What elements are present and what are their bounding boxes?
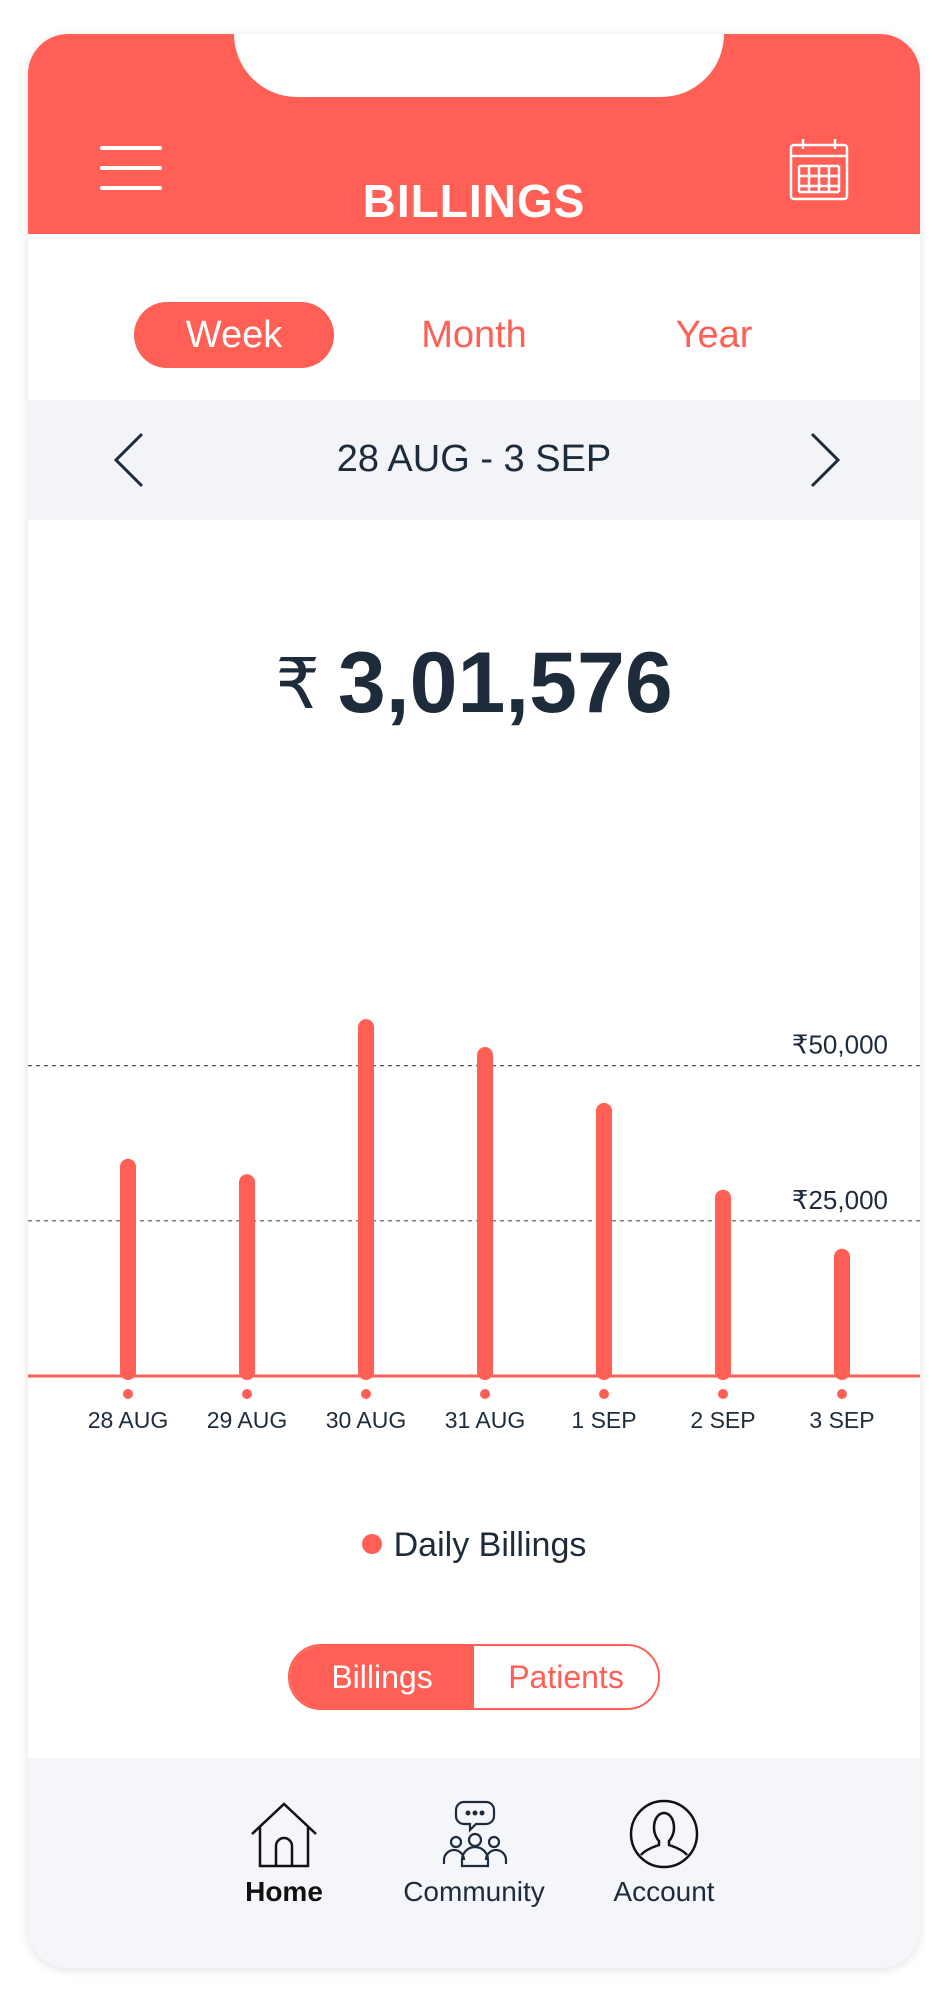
metric-toggle: Billings Patients xyxy=(288,1644,660,1710)
nav-account-label: Account xyxy=(613,1876,715,1907)
date-range-label: 28 AUG - 3 SEP xyxy=(336,438,612,480)
tab-month[interactable]: Month xyxy=(374,302,574,368)
bar[interactable] xyxy=(834,1248,850,1380)
bottom-nav: Home Community Account xyxy=(28,1758,920,1968)
toggle-billings[interactable]: Billings xyxy=(290,1646,474,1708)
legend-label: Daily Billings xyxy=(393,1526,587,1564)
category-dot xyxy=(718,1389,728,1399)
total-billing: ₹3,01,576 xyxy=(28,634,920,733)
nav-home-label: Home xyxy=(245,1876,323,1907)
bar[interactable] xyxy=(715,1189,731,1380)
calendar-icon[interactable] xyxy=(788,136,850,202)
currency-symbol: ₹ xyxy=(275,644,320,723)
category-dot xyxy=(480,1389,490,1399)
x-tick-label: 28 AUG xyxy=(88,1407,169,1433)
bar[interactable] xyxy=(596,1102,612,1380)
toggle-patients[interactable]: Patients xyxy=(474,1646,658,1708)
category-dot xyxy=(123,1389,133,1399)
legend-dot xyxy=(361,1534,382,1555)
category-dot xyxy=(361,1389,371,1399)
community-icon xyxy=(442,1800,508,1868)
bar[interactable] xyxy=(477,1047,493,1380)
tab-week[interactable]: Week xyxy=(134,302,334,368)
account-icon xyxy=(629,1799,699,1869)
nav-account[interactable]: Account xyxy=(584,1798,744,1908)
period-tabs: Week Month Year xyxy=(28,234,920,400)
app-header: BILLINGS xyxy=(28,34,920,234)
x-tick-label: 1 SEP xyxy=(571,1407,636,1433)
tab-year[interactable]: Year xyxy=(614,302,814,368)
x-tick-label: 3 SEP xyxy=(809,1407,874,1433)
reference-line-label: ₹25,000 xyxy=(792,1185,888,1215)
reference-line-label: ₹50,000 xyxy=(792,1030,888,1060)
category-dot xyxy=(599,1389,609,1399)
device-notch xyxy=(234,34,724,97)
nav-community-label: Community xyxy=(403,1876,545,1907)
chart-legend: Daily Billings xyxy=(28,1526,920,1565)
category-dot xyxy=(242,1389,252,1399)
phone-frame: BILLINGS Week Month Year 28 AUG - 3 SEP … xyxy=(28,34,920,1968)
x-tick-label: 29 AUG xyxy=(207,1407,288,1433)
bar[interactable] xyxy=(239,1174,255,1380)
x-tick-label: 2 SEP xyxy=(690,1407,755,1433)
home-icon xyxy=(251,1802,317,1868)
x-tick-label: 30 AUG xyxy=(326,1407,407,1433)
nav-community[interactable]: Community xyxy=(394,1798,554,1908)
daily-billings-chart: ₹50,000 ₹25,000 28 AUG 29 AUG 30 AUG 31 AUG 1 … xyxy=(28,1019,920,1433)
nav-home[interactable]: Home xyxy=(204,1798,364,1908)
bar[interactable] xyxy=(358,1019,374,1380)
category-dot xyxy=(837,1389,847,1399)
x-tick-label: 31 AUG xyxy=(445,1407,526,1433)
page-title: BILLINGS xyxy=(362,175,586,227)
bar[interactable] xyxy=(120,1158,136,1380)
chevron-right-icon[interactable] xyxy=(802,428,846,492)
date-range-nav: 28 AUG - 3 SEP xyxy=(28,400,920,520)
total-amount: 3,01,576 xyxy=(337,635,673,731)
